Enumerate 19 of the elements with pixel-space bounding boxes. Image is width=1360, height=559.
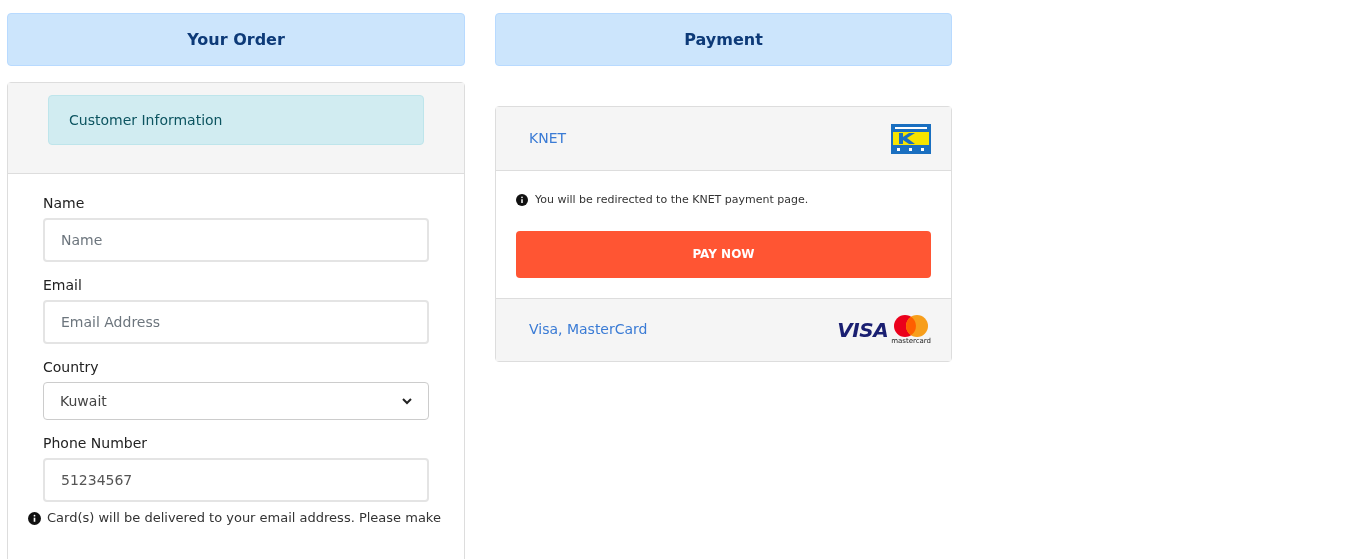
country-select[interactable]: Kuwait <box>43 382 429 420</box>
field-label: Name <box>43 194 86 212</box>
section-header: Your Order <box>7 13 465 66</box>
info-icon <box>28 512 41 525</box>
visa-logo: VISA <box>837 316 889 344</box>
redirect-note: You will be redirected to the KNET payment page. <box>535 192 809 208</box>
info-icon <box>516 194 528 207</box>
knet-logo <box>891 123 931 154</box>
field-label: Phone Number <box>43 434 149 452</box>
chevron-down-icon <box>402 397 412 405</box>
input-field[interactable]: Email Address <box>43 300 429 344</box>
input-field[interactable]: Name <box>43 218 429 262</box>
delivery-note: Card(s) will be delivered to your email address. Please make <box>47 510 441 526</box>
info-banner: Customer Information <box>48 95 424 145</box>
payment-method-header[interactable]: KNET <box>496 107 951 170</box>
field-label: Country <box>43 358 100 376</box>
section-header: Payment <box>495 13 952 66</box>
input-field[interactable]: 51234567 <box>43 458 429 502</box>
field-label: Email <box>43 276 83 294</box>
